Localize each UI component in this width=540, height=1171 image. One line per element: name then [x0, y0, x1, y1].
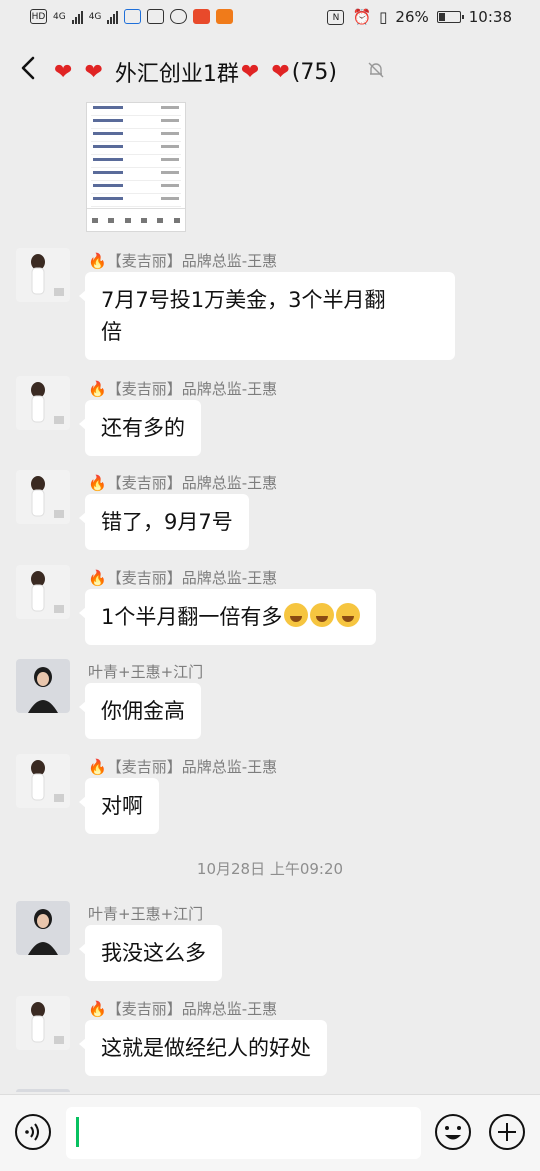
sender-name: 🔥【麦吉丽】品牌总监-王惠 [88, 569, 278, 587]
shared-screenshot-image[interactable] [86, 102, 186, 232]
message-bubble[interactable]: 你佣金高 [79, 683, 201, 739]
plus-icon[interactable] [488, 1113, 526, 1151]
signal-icon-2 [107, 10, 119, 24]
chat-message-list[interactable]: 🔥【麦吉丽】品牌总监-王惠 7月7号投1万美金，3个半月翻 倍 🔥【麦吉丽】品牌… [0, 100, 540, 1092]
heart-emoji: ❤ [271, 59, 290, 85]
alarm-icon: ⏰ [352, 8, 372, 26]
battery-icon [436, 11, 464, 23]
back-arrow-icon[interactable] [16, 54, 44, 82]
message-text: 7月7号投1万美金，3个半月翻 [101, 288, 386, 312]
text-caret [76, 1117, 79, 1147]
mute-bell-icon [368, 62, 384, 78]
time-divider: 10月28日 上午09:20 [196, 860, 344, 878]
sender-name: 🔥【麦吉丽】品牌总监-王惠 [88, 252, 278, 270]
fire-emoji: 🔥 [88, 252, 107, 270]
message-text: 这就是做经纪人的好处 [101, 1036, 311, 1060]
message-input[interactable] [66, 1107, 421, 1159]
message-bubble[interactable]: 这就是做经纪人的好处 [79, 1020, 327, 1076]
vibrate-icon: ▯ [379, 8, 388, 26]
app-hand-icon [147, 9, 165, 24]
sender-name: 叶青+王惠+江门 [88, 905, 204, 923]
avatar[interactable] [16, 996, 70, 1050]
app-shield-icon [124, 9, 142, 24]
laughing-crying-emoji [310, 603, 335, 627]
sender-name: 🔥【麦吉丽】品牌总监-王惠 [88, 1000, 278, 1018]
message-text: 你佣金高 [101, 699, 185, 723]
message-bubble[interactable]: 1个半月翻一倍有多 [78, 589, 377, 645]
sender-name: 🔥【麦吉丽】品牌总监-王惠 [88, 758, 278, 776]
message-bubble[interactable]: 错了，9月7号 [79, 494, 249, 550]
avatar[interactable] [16, 659, 70, 713]
avatar[interactable] [16, 565, 70, 619]
avatar[interactable] [16, 470, 70, 524]
app-news-icon [193, 9, 211, 24]
laughing-crying-emoji [336, 603, 361, 627]
chat-header: ❤ ❤ 外汇创业1群 ❤ ❤ (75) [0, 38, 540, 100]
sender-name: 叶青+王惠+江门 [88, 663, 204, 681]
network-label-1: 4G [53, 11, 66, 22]
sender-name: 🔥【麦吉丽】品牌总监-王惠 [88, 380, 278, 398]
message-bubble[interactable]: 对啊 [79, 778, 159, 834]
signal-icon-1 [71, 10, 83, 24]
chat-title: ❤ ❤ 外汇创业1群 ❤ ❤ (75) [54, 56, 337, 88]
fire-emoji: 🔥 [88, 758, 107, 776]
fire-emoji: 🔥 [88, 474, 107, 492]
message-text: 错了，9月7号 [101, 510, 233, 534]
message-text: 对啊 [101, 794, 143, 818]
avatar[interactable] [16, 376, 70, 430]
avatar[interactable] [16, 754, 70, 808]
nfc-icon: N [327, 9, 345, 25]
battery-percent: 26% [395, 8, 429, 26]
clock: 10:38 [468, 8, 512, 26]
app-play-icon [216, 9, 234, 24]
app-cloud-icon [170, 9, 188, 24]
network-label-2: 4G [88, 11, 102, 22]
sender-name: 🔥【麦吉丽】品牌总监-王惠 [88, 474, 278, 492]
heart-emoji: ❤ [54, 59, 73, 85]
group-name: 外汇创业1群 [114, 62, 239, 87]
fire-emoji: 🔥 [88, 1000, 107, 1018]
fire-emoji: 🔥 [88, 380, 107, 398]
heart-emoji: ❤ [84, 59, 103, 85]
message-text: 我没这么多 [101, 941, 206, 965]
message-bubble[interactable]: 还有多的 [79, 400, 201, 456]
message-bubble[interactable]: 我没这么多 [79, 925, 222, 981]
hd-icon: HD [30, 9, 47, 24]
fire-emoji: 🔥 [88, 569, 107, 587]
avatar[interactable] [16, 901, 70, 955]
message-text: 还有多的 [101, 416, 185, 440]
message-bubble[interactable]: 7月7号投1万美金，3个半月翻 倍 [79, 272, 455, 360]
message-text: 1个半月翻一倍有多 [101, 605, 283, 629]
voice-icon[interactable] [14, 1113, 52, 1151]
avatar[interactable] [16, 1089, 70, 1092]
status-bar: HD 4G 4G N ⏰ ▯ 26% 10:38 [0, 0, 540, 38]
message-text: 倍 [101, 320, 122, 344]
member-count: (75) [291, 59, 337, 85]
emoji-icon[interactable] [434, 1113, 472, 1151]
laughing-crying-emoji [284, 603, 309, 627]
heart-emoji: ❤ [240, 59, 260, 85]
avatar[interactable] [16, 248, 70, 302]
input-bar [0, 1094, 540, 1171]
